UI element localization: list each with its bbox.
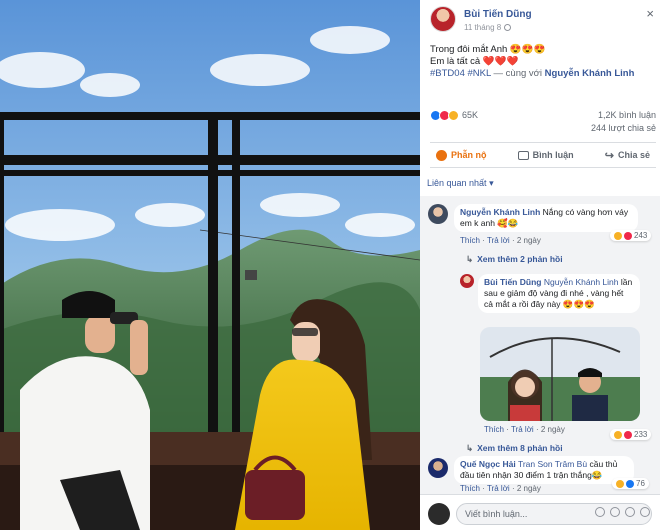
reply-link[interactable]: Trả lời <box>487 236 510 245</box>
author-name[interactable]: Bùi Tiến Dũng <box>464 9 532 20</box>
commenter-avatar[interactable] <box>428 204 448 224</box>
comment-bubble: Nguyễn Khánh Linh Nắng có vàng hơn váy e… <box>454 204 638 232</box>
reply-meta: Thích · Trả lời · 2 ngày <box>484 425 565 434</box>
caption-line-2-text: Em là tất cả <box>430 56 481 67</box>
comment-meta: Thích · Trả lời · 2 ngày <box>460 236 541 245</box>
like-comment-link[interactable]: Thích <box>460 236 480 245</box>
view-more-replies[interactable]: ↳ Xem thêm 8 phản hồi <box>466 443 563 454</box>
comment-composer: Viết bình luận... <box>420 494 660 530</box>
caption-line-1-text: Trong đôi mắt Anh <box>430 44 508 55</box>
commenter-avatar[interactable] <box>428 458 448 478</box>
commenter-name[interactable]: Nguyễn Khánh Linh <box>460 207 540 217</box>
react-label: Phẫn nộ <box>451 150 487 160</box>
like-icon <box>626 479 634 488</box>
caption-line-1: Trong đôi mắt Anh 😍😍😍 <box>430 44 654 56</box>
hashtags[interactable]: #BTD04 #NKL <box>430 68 491 79</box>
photo-illustration <box>0 0 420 530</box>
globe-icon <box>504 24 512 31</box>
mention-link[interactable]: Tran Son Trâm Bù <box>518 459 587 469</box>
reply-link[interactable]: Trả lời <box>511 425 534 434</box>
reply-reaction-count: 233 <box>634 430 648 439</box>
view-more-replies[interactable]: ↳ Xem thêm 2 phản hồi <box>466 254 563 265</box>
like-comment-link[interactable]: Thích <box>460 484 480 493</box>
replier-name[interactable]: Bùi Tiến Dũng <box>484 277 541 287</box>
emoji-icon[interactable] <box>595 507 605 517</box>
post-date[interactable]: 11 tháng 8 <box>464 23 512 32</box>
comment-label: Bình luận <box>532 150 574 160</box>
react-button[interactable]: Phẫn nộ <box>436 149 487 161</box>
comment-bubble: Quế Ngọc Hải Tran Son Trâm Bù cầu thủ đầ… <box>454 456 634 484</box>
reply-reactions[interactable]: 233 <box>610 429 652 440</box>
replier-avatar[interactable] <box>460 274 474 288</box>
viewer-avatar <box>428 503 450 525</box>
love-icon <box>624 430 632 439</box>
sort-label: Liên quan nhất <box>427 178 487 188</box>
comment-age: 2 ngày <box>516 484 541 493</box>
handbag <box>245 470 305 520</box>
action-bar: Phẫn nộ Bình luận ↪ Chia sẻ <box>430 142 656 168</box>
angry-icon <box>436 149 447 161</box>
reply-bubble: Bùi Tiến Dũng Nguyễn Khánh Linh lần sau … <box>478 274 640 313</box>
comment-icon <box>517 150 529 160</box>
comment-age: 2 ngày <box>516 236 541 245</box>
caption-line-3: #BTD04 #NKL — cùng với Nguyễn Khánh Linh <box>430 68 654 80</box>
post-panel: Bùi Tiến Dũng 11 tháng 8 × Trong đôi mắt… <box>420 0 660 530</box>
reaction-count[interactable]: 65K <box>462 110 478 120</box>
share-button[interactable]: ↪ Chia sẻ <box>605 149 650 162</box>
sticker-icon[interactable] <box>640 507 650 517</box>
post-header: Bùi Tiến Dũng 11 tháng 8 × <box>430 6 654 36</box>
haha-icon <box>616 479 624 488</box>
love-icon <box>624 231 632 240</box>
reply-item: Bùi Tiến Dũng Nguyễn Khánh Linh lần sau … <box>420 270 660 453</box>
comment-item: Quế Ngọc Hải Tran Son Trâm Bù cầu thủ đầ… <box>420 454 660 494</box>
heart-eyes-emoji: 😍😍😍 <box>509 44 546 55</box>
mention-link[interactable]: Nguyễn Khánh Linh <box>544 277 619 287</box>
author-avatar[interactable] <box>430 6 456 32</box>
reaction-icons[interactable] <box>430 110 459 121</box>
commenter-name[interactable]: Quế Ngọc Hải <box>460 459 516 469</box>
reply-arrow-icon: ↳ <box>466 443 474 453</box>
comment-reactions[interactable]: 76 <box>612 478 649 489</box>
reply-arrow-icon: ↳ <box>466 254 474 264</box>
selfie-illustration <box>480 327 640 421</box>
post-date-text[interactable]: 11 tháng 8 <box>464 23 501 32</box>
comment-reaction-count: 76 <box>636 479 645 488</box>
haha-icon <box>614 430 622 439</box>
reply-age: 2 ngày <box>540 425 565 434</box>
haha-icon <box>448 110 459 121</box>
close-icon[interactable]: × <box>646 6 654 21</box>
comment-button[interactable]: Bình luận <box>517 150 574 160</box>
reactions-summary: 65K 1,2K bình luận 244 lượt chia sẻ <box>430 107 656 137</box>
camera-icon[interactable] <box>610 507 620 517</box>
share-arrow-icon: ↪ <box>604 149 614 162</box>
hearts-emoji: ❤️❤️❤️ <box>482 56 519 67</box>
like-reply-link[interactable]: Thích <box>484 425 504 434</box>
caption-line-2: Em là tất cả ❤️❤️❤️ <box>430 56 654 68</box>
comment-count[interactable]: 1,2K bình luận <box>598 110 656 120</box>
with-text: — cùng với <box>490 68 545 79</box>
composer-tools <box>595 507 650 517</box>
share-count[interactable]: 244 lượt chia sẻ <box>591 123 656 133</box>
comment-reactions[interactable]: 243 <box>610 230 652 241</box>
share-label: Chia sẻ <box>617 150 650 160</box>
haha-icon <box>614 231 622 240</box>
tagged-person[interactable]: Nguyễn Khánh Linh <box>545 68 635 79</box>
cable-car <box>245 270 257 280</box>
comments-section: Nguyễn Khánh Linh Nắng có vàng hơn váy e… <box>420 196 660 494</box>
view-more-replies-label: Xem thêm 8 phản hồi <box>477 443 563 453</box>
reply-link[interactable]: Trả lời <box>487 484 510 493</box>
view-more-replies-label: Xem thêm 2 phản hồi <box>477 254 563 264</box>
chevron-down-icon: ▾ <box>489 178 494 188</box>
comment-meta: Thích · Trả lời · 2 ngày <box>460 484 541 493</box>
comment-item: Nguyễn Khánh Linh Nắng có vàng hơn váy e… <box>420 196 660 266</box>
reply-photo[interactable] <box>480 327 640 421</box>
post-photo[interactable] <box>0 0 420 530</box>
gif-icon[interactable] <box>625 507 635 517</box>
comment-reaction-count: 243 <box>634 231 648 240</box>
comment-sort-dropdown[interactable]: Liên quan nhất ▾ <box>427 178 494 189</box>
post-caption: Trong đôi mắt Anh 😍😍😍 Em là tất cả ❤️❤️❤… <box>430 44 654 80</box>
